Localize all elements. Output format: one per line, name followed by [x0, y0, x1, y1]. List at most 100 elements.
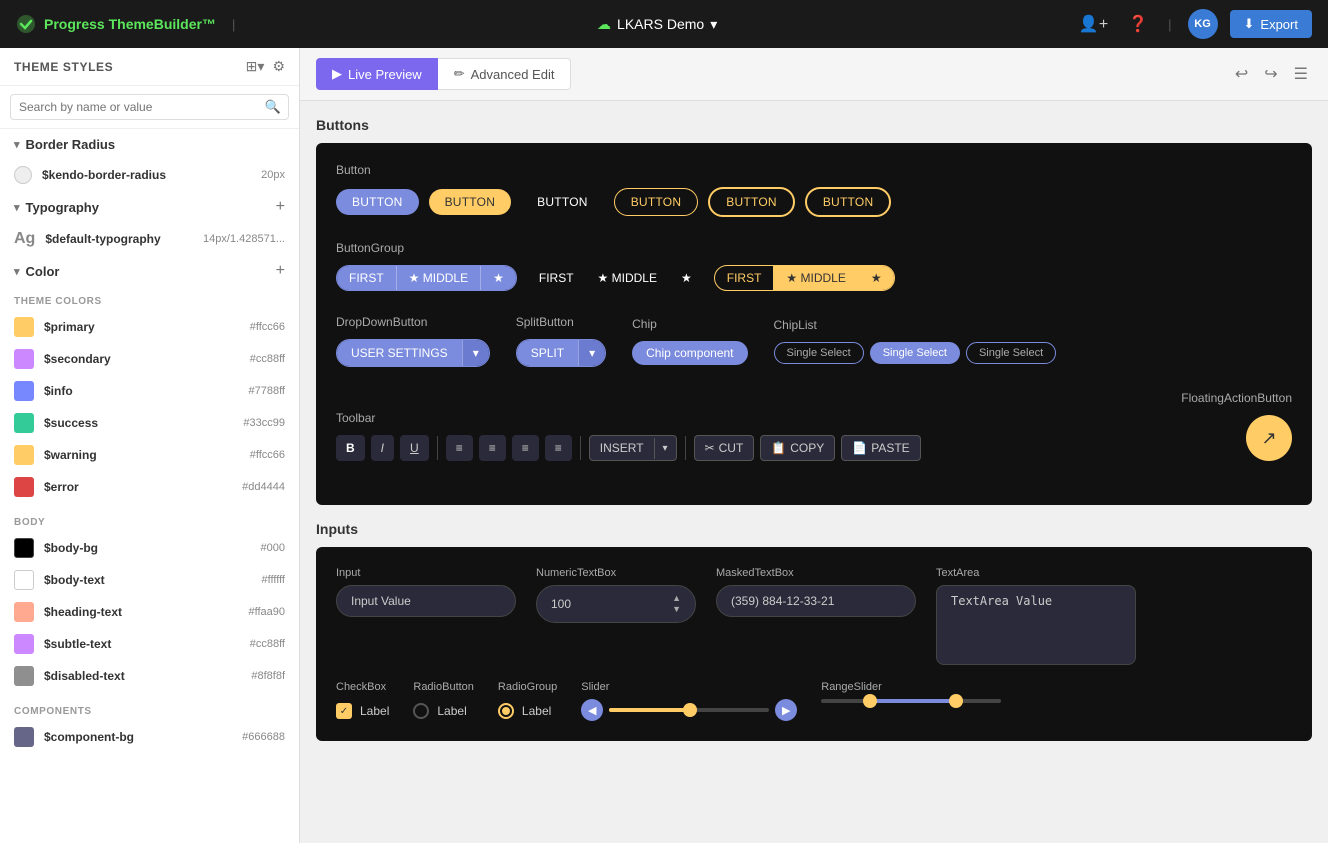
radio-button-off[interactable] [413, 703, 429, 719]
btn-group-ghost-first[interactable]: FIRST [527, 266, 586, 290]
split-arrow[interactable]: ▾ [578, 340, 605, 366]
fab-button[interactable]: ↗ [1246, 415, 1292, 461]
chip-button[interactable]: Chip component [632, 341, 747, 365]
undo-button[interactable]: ↩ [1231, 60, 1252, 88]
btn-group-outline-star[interactable]: ★ [859, 266, 894, 290]
toolbar-insert-dropdown[interactable]: INSERT ▾ [589, 435, 677, 461]
btn-group-outline-first[interactable]: FIRST [715, 266, 775, 290]
btn-group-middle[interactable]: ★ MIDDLE [397, 266, 481, 290]
chiplist-item-1[interactable]: Single Select [870, 342, 960, 364]
toolbar-cut-button[interactable]: ✂ CUT [694, 435, 755, 461]
slider-left-arrow[interactable]: ◀ [581, 699, 603, 721]
sidebar-toggle-button[interactable]: ⊞▾ [246, 58, 265, 75]
radio-button-label: Label [437, 704, 466, 718]
redo-button[interactable]: ↪ [1260, 60, 1281, 88]
chiplist-item-0[interactable]: Single Select [774, 342, 864, 364]
var-name-border-radius: $kendo-border-radius [42, 168, 166, 182]
btn-group-first[interactable]: FIRST [337, 266, 397, 290]
spin-down[interactable]: ▼ [672, 605, 681, 614]
toolbar-paste-button[interactable]: 📄 PASTE [841, 435, 920, 461]
sidebar: THEME STYLES ⊞▾ ⚙ 🔍 ▾ Border Radius [0, 48, 300, 843]
live-preview-button[interactable]: ▶ Live Preview [316, 58, 438, 90]
toolbar-bold[interactable]: B [336, 435, 365, 461]
demo-btn-solid[interactable]: BUTTON [336, 189, 419, 215]
add-color-icon[interactable]: + [276, 262, 285, 280]
btn-group-outline-middle[interactable]: ★ MIDDLE [774, 266, 858, 290]
toolbar-align-right[interactable]: ≡ [512, 435, 539, 461]
export-button[interactable]: ⬇ Export [1230, 10, 1312, 38]
toolbar-align-justify[interactable]: ≡ [545, 435, 572, 461]
border-radius-swatch [14, 166, 32, 184]
logo-text: Progress ThemeBuilder™ [44, 16, 216, 32]
sidebar-search-bar: 🔍 [0, 86, 299, 129]
demo-btn-outline2[interactable]: BUTTON [708, 187, 795, 217]
chiplist-item-2[interactable]: Single Select [966, 342, 1056, 364]
btn-group-star[interactable]: ★ [481, 266, 516, 290]
cloud-icon: ☁ [597, 16, 611, 33]
numeric-label: NumericTextBox [536, 567, 696, 579]
add-user-button[interactable]: 👤+ [1075, 10, 1112, 38]
rangeslider-thumb-right[interactable] [949, 694, 963, 708]
var-value-body-bg: #000 [261, 542, 285, 554]
add-typography-icon[interactable]: + [276, 198, 285, 216]
sidebar-section-header-typography[interactable]: ▾ Typography + [0, 190, 299, 224]
advanced-edit-button[interactable]: ✏ Advanced Edit [438, 58, 572, 90]
checkbox-checked[interactable]: ✓ [336, 703, 352, 719]
spin-up[interactable]: ▲ [672, 594, 681, 603]
sidebar-settings-button[interactable]: ⚙ [272, 58, 285, 75]
top-actions: 👤+ ❓ | KG ⬇ Export [1075, 9, 1312, 39]
textarea-label: TextArea [936, 567, 1136, 579]
sidebar-section-border-radius: ▾ Border Radius $kendo-border-radius 20p… [0, 129, 299, 190]
slider-group: Slider ◀ ▶ [581, 681, 797, 721]
rangeslider-thumb-left[interactable] [863, 694, 877, 708]
split-main[interactable]: SPLIT [517, 340, 578, 366]
actions-separator: | [1168, 17, 1171, 32]
sidebar-item-typography: Ag $default-typography 14px/1.428571... [0, 224, 299, 254]
chiplist-row: Single Select Single Select Single Selec… [774, 342, 1057, 364]
split-button[interactable]: SPLIT ▾ [516, 339, 606, 367]
sidebar-section-color: ▾ Color + THEME COLORS $primary #ffcc66 … [0, 254, 299, 753]
dropdown-main[interactable]: USER SETTINGS [337, 340, 462, 366]
list-button[interactable]: ☰ [1290, 60, 1312, 88]
toolbar-align-center[interactable]: ≡ [479, 435, 506, 461]
toolbar-demo: B I U ≡ ≡ ≡ ≡ INSERT [336, 435, 1157, 461]
project-name[interactable]: ☁ LKARS Demo ▾ [597, 16, 717, 33]
sidebar-section-header-color[interactable]: ▾ Color + [0, 254, 299, 288]
dropdown-button[interactable]: USER SETTINGS ▾ [336, 339, 490, 367]
demo-textarea[interactable]: TextArea Value [936, 585, 1136, 665]
sidebar-section-header-border-radius[interactable]: ▾ Border Radius [0, 129, 299, 160]
special-buttons-row: DropDownButton USER SETTINGS ▾ SplitButt… [336, 315, 1292, 367]
btn-group-ghost-middle[interactable]: ★ MIDDLE [586, 266, 669, 290]
demo-btn-yellow[interactable]: BUTTON [429, 189, 512, 215]
rangeslider-track [821, 699, 1001, 703]
dropdown-group: DropDownButton USER SETTINGS ▾ [336, 315, 490, 367]
search-input[interactable] [10, 94, 289, 120]
toolbar-copy-button[interactable]: 📋 COPY [760, 435, 835, 461]
demo-btn-outline[interactable]: BUTTON [614, 188, 699, 216]
var-name-info: $info [44, 384, 73, 398]
demo-btn-ghost[interactable]: BUTTON [521, 189, 604, 215]
masked-textbox[interactable] [716, 585, 916, 617]
error-color-swatch [14, 477, 34, 497]
toolbar-insert-label: INSERT [590, 436, 654, 460]
help-button[interactable]: ❓ [1124, 10, 1152, 38]
demo-btn-outline3[interactable]: BUTTON [805, 187, 892, 217]
btn-group-ghost-star[interactable]: ★ [669, 266, 704, 290]
radio-group-on[interactable] [498, 703, 514, 719]
slider-thumb[interactable] [683, 703, 697, 717]
toolbar-italic[interactable]: I [371, 435, 394, 461]
inputs-demo-panel: Input NumericTextBox 100 ▲ ▼ [316, 547, 1312, 741]
button-subsection: Button BUTTON BUTTON BUTTON BUTTON BUTTO… [336, 163, 1292, 217]
split-group: SplitButton SPLIT ▾ [516, 315, 606, 367]
chip-group: Chip Chip component [632, 317, 747, 365]
sidebar-header: THEME STYLES ⊞▾ ⚙ [0, 48, 299, 86]
textarea-group: TextArea TextArea Value [936, 567, 1136, 665]
slider-right-arrow[interactable]: ▶ [775, 699, 797, 721]
toolbar-underline[interactable]: U [400, 435, 429, 461]
toolbar-align-left[interactable]: ≡ [446, 435, 473, 461]
masked-group: MaskedTextBox [716, 567, 916, 617]
dropdown-arrow[interactable]: ▾ [462, 340, 489, 366]
subtle-text-swatch [14, 634, 34, 654]
app-logo: Progress ThemeBuilder™ [16, 14, 216, 34]
demo-input[interactable] [336, 585, 516, 617]
